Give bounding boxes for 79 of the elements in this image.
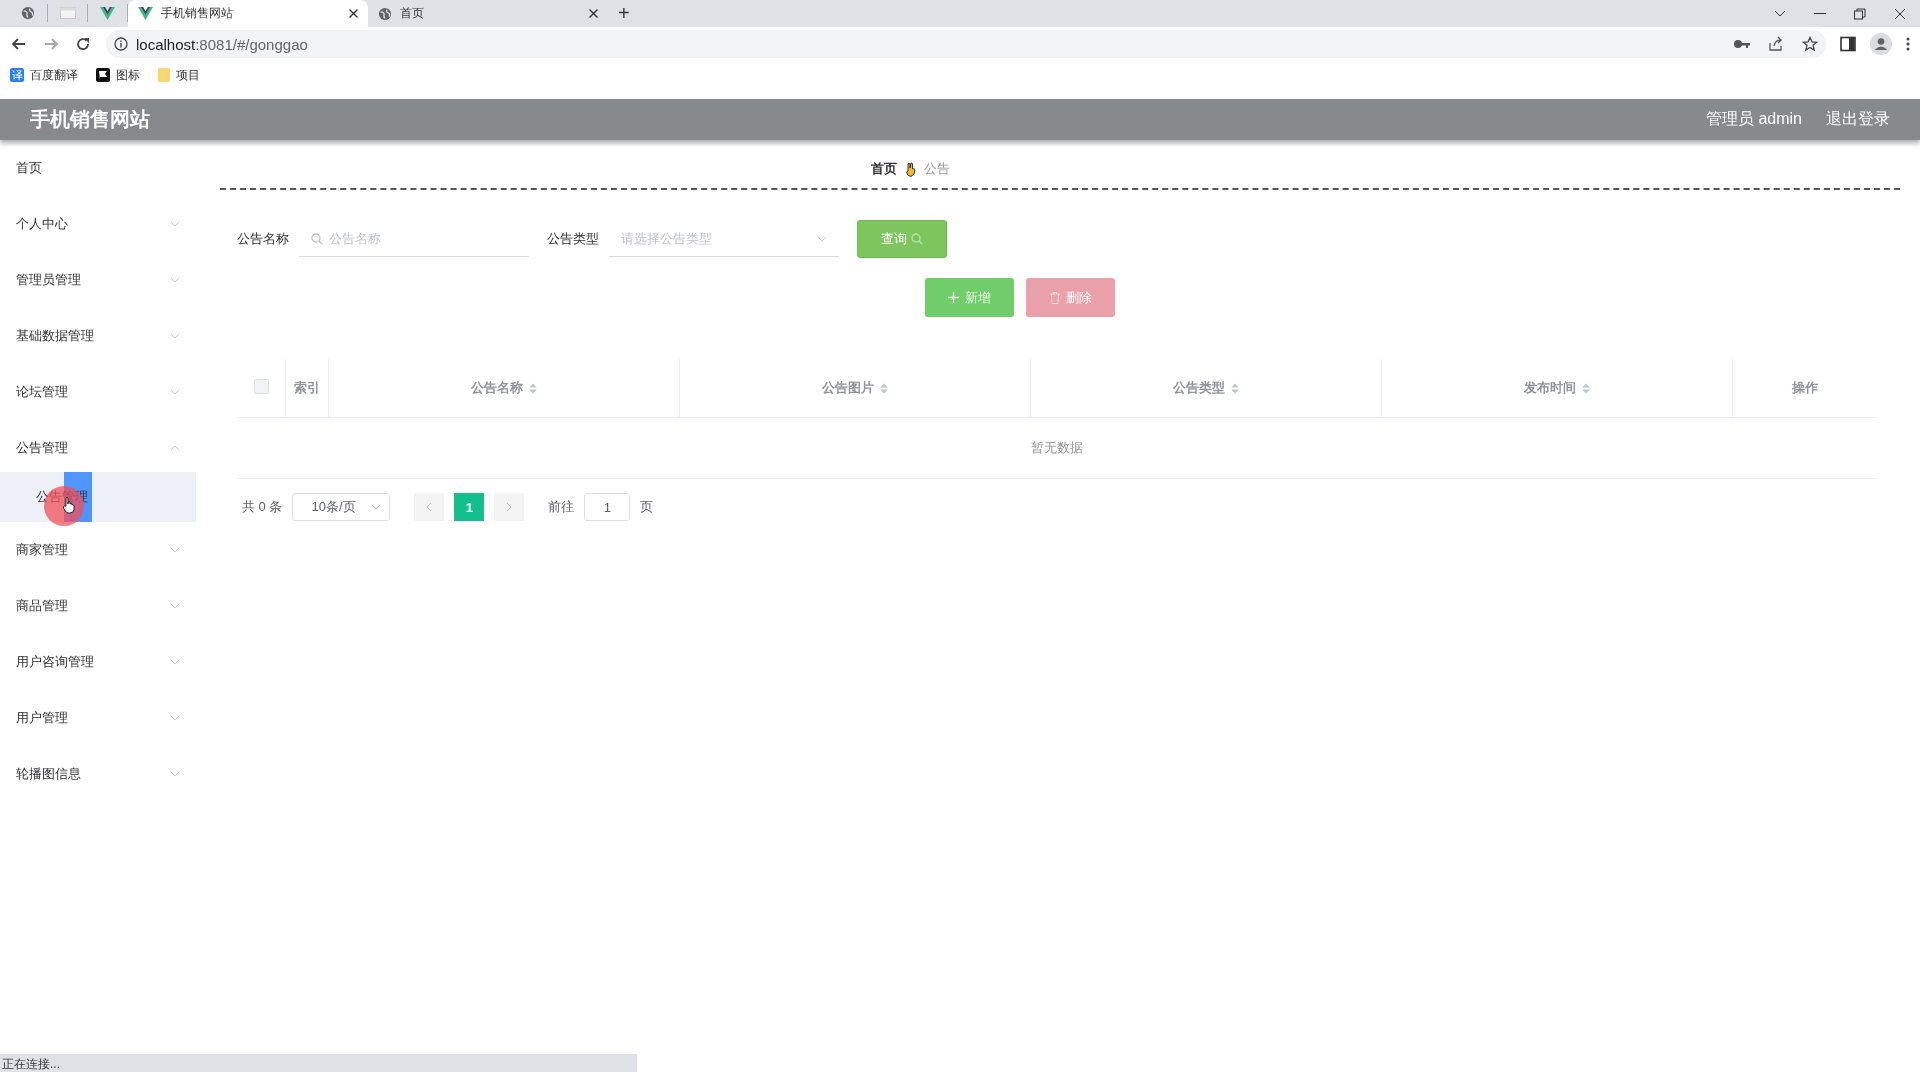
- chevron-icon: [506, 502, 513, 512]
- chevron-icon: [170, 221, 180, 227]
- chevron-icon: [170, 547, 180, 553]
- chevron-icon: [817, 235, 827, 242]
- flag-icon: [96, 68, 110, 82]
- chevron-icon: [170, 277, 180, 283]
- sidebar-item[interactable]: 管理员管理: [0, 252, 196, 308]
- field-label: 公告类型: [547, 230, 599, 248]
- profile-icon[interactable]: [1870, 33, 1892, 55]
- sort-icon: [1581, 383, 1590, 395]
- globe-icon: [20, 6, 35, 20]
- translate-icon: 译: [10, 68, 24, 82]
- page-icon: [59, 6, 76, 20]
- plus-icon: [948, 292, 959, 303]
- trash-icon: [1049, 291, 1060, 304]
- user-label: 管理员 admin: [1705, 109, 1802, 129]
- sidebar-item[interactable]: 轮播图信息: [0, 746, 196, 802]
- minimize-icon[interactable]: [1814, 12, 1826, 15]
- sidebar-item[interactable]: 公告管理: [0, 420, 196, 476]
- folder-icon: [158, 68, 170, 82]
- chevron-icon: [426, 502, 433, 512]
- search-icon: [911, 233, 923, 245]
- globe-icon: [378, 6, 392, 21]
- chevron-icon: [170, 715, 180, 721]
- chevron-icon: [170, 445, 180, 451]
- site-title: 手机销售网站: [30, 107, 150, 132]
- page-size-select[interactable]: 10条/页: [292, 493, 391, 521]
- column-header: 索引: [285, 359, 329, 418]
- share-icon[interactable]: [1768, 36, 1784, 52]
- side-panel-icon[interactable]: [1840, 36, 1856, 52]
- close-icon[interactable]: [1894, 7, 1906, 20]
- breadcrumb-item[interactable]: 首页: [870, 160, 897, 178]
- bookmark[interactable]: 图标: [96, 66, 140, 84]
- info-icon: [114, 37, 128, 51]
- chevron-icon[interactable]: [1774, 9, 1786, 18]
- column-header: 操作: [1732, 359, 1877, 418]
- breadcrumb-item: 公告: [923, 160, 950, 178]
- star-icon[interactable]: [1802, 36, 1818, 52]
- key-icon[interactable]: [1734, 39, 1750, 49]
- sidebar-item[interactable]: 论坛管理: [0, 364, 196, 420]
- sidebar-item[interactable]: 商家管理: [0, 522, 196, 578]
- bookmark[interactable]: 项目: [158, 66, 200, 84]
- search-icon: [311, 232, 323, 245]
- close-icon[interactable]: [349, 9, 358, 18]
- sort-icon: [528, 383, 537, 395]
- sidebar-item[interactable]: 商品管理: [0, 578, 196, 634]
- empty-text: 暂无数据: [1031, 440, 1083, 455]
- bookmark[interactable]: 译 百度翻译: [10, 66, 78, 84]
- chevron-icon: [170, 771, 180, 777]
- select-all-checkbox[interactable]: [253, 379, 269, 394]
- goto-label: 前往: [548, 498, 575, 516]
- sidebar-item[interactable]: 用户管理: [0, 690, 196, 746]
- sidebar-item[interactable]: 用户咨询管理: [0, 634, 196, 690]
- sidebar-item[interactable]: 基础数据管理: [0, 308, 196, 364]
- address-bar[interactable]: localhost:8081/#/gonggao: [106, 30, 1826, 58]
- sort-icon: [1230, 383, 1239, 395]
- chevron-icon: [170, 389, 180, 395]
- restore-icon[interactable]: [1854, 7, 1866, 20]
- page-suffix: 页: [640, 498, 654, 516]
- new-tab-button[interactable]: +: [608, 0, 640, 27]
- sidebar-item[interactable]: 首页: [0, 140, 196, 196]
- close-icon[interactable]: [589, 9, 598, 18]
- browser-tab[interactable]: 首页: [368, 0, 608, 27]
- total-count: 共 0 条: [242, 498, 283, 516]
- chevron-icon: [170, 333, 180, 339]
- status-text: 正在连接...: [0, 1054, 637, 1072]
- v-logo-icon: [100, 6, 115, 20]
- hand-icon: [904, 161, 916, 177]
- field-label: 公告名称: [237, 230, 289, 248]
- sort-icon: [879, 383, 888, 395]
- chevron-icon: [170, 659, 180, 665]
- chevron-icon: [371, 504, 382, 510]
- sidebar-item[interactable]: 个人中心: [0, 196, 196, 252]
- menu-icon[interactable]: [1906, 37, 1910, 51]
- page-input[interactable]: 1: [584, 493, 631, 521]
- reload-icon[interactable]: [74, 35, 92, 53]
- browser-tab[interactable]: 手机销售网站: [128, 0, 368, 27]
- chevron-icon: [170, 603, 180, 609]
- v-logo-icon: [138, 7, 153, 20]
